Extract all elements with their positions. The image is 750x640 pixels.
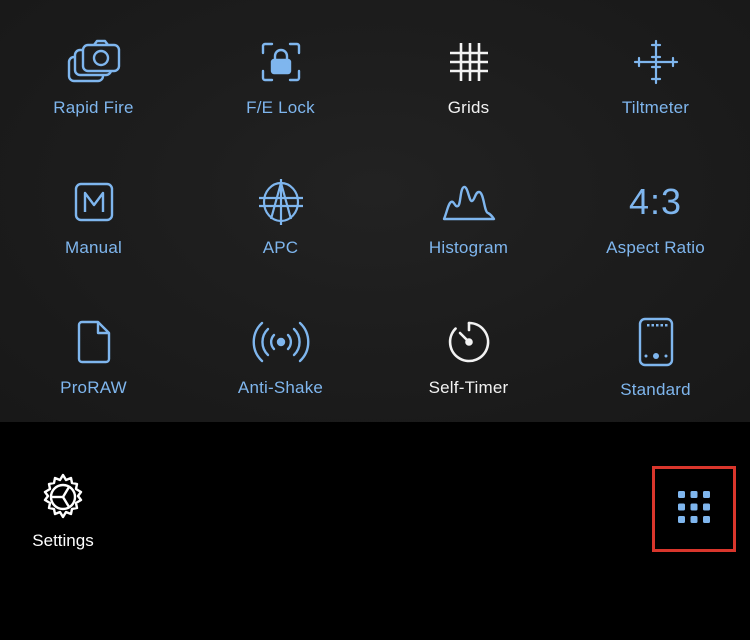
apps-grid-icon xyxy=(676,489,712,530)
tile-label: Rapid Fire xyxy=(53,98,134,117)
tile-label: Standard xyxy=(620,380,691,399)
tile-grids[interactable]: Grids xyxy=(375,0,562,140)
tile-label: APC xyxy=(262,238,299,257)
apc-icon xyxy=(251,178,311,226)
tile-proraw[interactable]: ProRAW xyxy=(0,280,187,420)
tile-fe-lock[interactable]: F/E Lock xyxy=(187,0,374,140)
rapid-fire-icon xyxy=(64,38,124,86)
phone-frame-icon xyxy=(626,316,686,368)
feature-panel: Rapid Fire F/E Lock Grids Tiltmeter Manu… xyxy=(0,0,750,422)
tiltmeter-icon xyxy=(626,38,686,86)
aspect-ratio-icon: 4:3 xyxy=(616,178,696,226)
tile-label: Manual xyxy=(65,238,122,257)
settings-button[interactable]: Settings xyxy=(22,472,104,556)
tile-standard[interactable]: Standard xyxy=(562,280,749,420)
tile-label: ProRAW xyxy=(60,378,127,397)
tile-label: F/E Lock xyxy=(246,98,315,117)
anti-shake-icon xyxy=(251,318,311,366)
tile-manual[interactable]: Manual xyxy=(0,140,187,280)
document-icon xyxy=(64,318,124,366)
tile-apc[interactable]: APC xyxy=(187,140,374,280)
aspect-ratio-value: 4:3 xyxy=(628,181,683,222)
settings-label: Settings xyxy=(32,531,94,550)
tile-anti-shake[interactable]: Anti-Shake xyxy=(187,280,374,420)
gear-icon xyxy=(38,472,88,522)
timer-icon xyxy=(439,318,499,366)
tile-self-timer[interactable]: Self-Timer xyxy=(375,280,562,420)
tile-rapid-fire[interactable]: Rapid Fire xyxy=(0,0,187,140)
tile-label: Aspect Ratio xyxy=(606,238,705,257)
tile-label: Tiltmeter xyxy=(621,98,690,117)
histogram-icon xyxy=(439,178,499,226)
bottom-bar: Settings xyxy=(0,422,750,640)
tile-label: Self-Timer xyxy=(428,378,509,397)
tile-aspect-ratio[interactable]: 4:3 Aspect Ratio xyxy=(562,140,749,280)
tile-tiltmeter[interactable]: Tiltmeter xyxy=(562,0,749,140)
tile-label: Histogram xyxy=(428,238,509,257)
grid-icon xyxy=(439,38,499,86)
apps-grid-button[interactable] xyxy=(652,466,736,552)
tile-histogram[interactable]: Histogram xyxy=(375,140,562,280)
lock-icon xyxy=(251,38,311,86)
tile-label: Anti-Shake xyxy=(237,378,324,397)
manual-icon xyxy=(64,178,124,226)
tile-label: Grids xyxy=(447,98,490,117)
